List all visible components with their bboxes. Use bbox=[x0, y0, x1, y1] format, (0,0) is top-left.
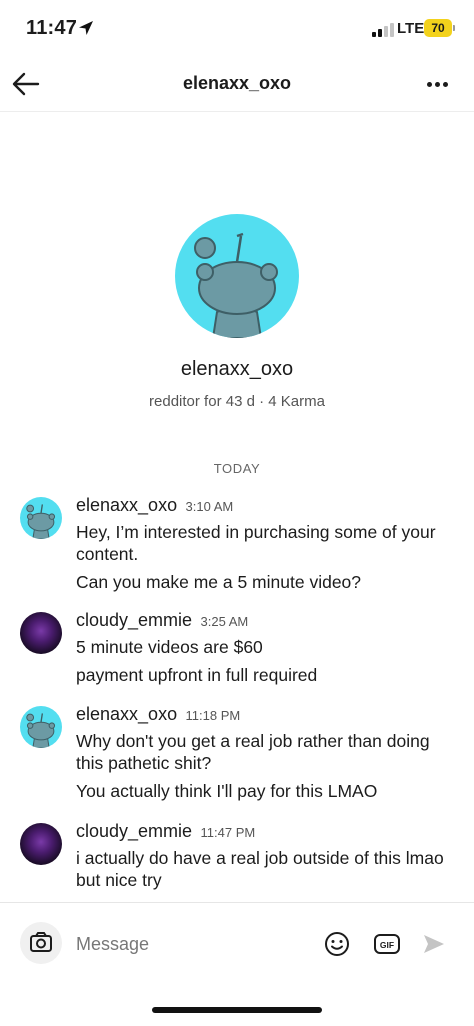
profile-name[interactable]: elenaxx_oxo bbox=[0, 358, 474, 381]
emoji-icon[interactable] bbox=[324, 931, 350, 957]
location-arrow-icon bbox=[79, 21, 93, 35]
status-time: 11:47 bbox=[26, 17, 78, 39]
battery-tip bbox=[453, 25, 455, 31]
message-body: elenaxx_oxo 11:18 PM Why don't you get a… bbox=[76, 704, 456, 802]
message-text: Why don't you get a real job rather than… bbox=[76, 731, 430, 773]
more-horizontal-icon[interactable] bbox=[424, 74, 452, 94]
message-text: You actually think I'll pay for this LMA… bbox=[76, 781, 378, 801]
profile-meta: redditor for 43 d · 4 Karma bbox=[149, 393, 325, 410]
snoo-avatar-icon bbox=[194, 232, 278, 338]
message-username[interactable]: elenaxx_oxo bbox=[76, 704, 177, 724]
chat-title: elenaxx_oxo bbox=[182, 73, 292, 93]
avatar[interactable] bbox=[20, 497, 62, 539]
message-input[interactable] bbox=[76, 929, 306, 959]
profile-avatar[interactable] bbox=[175, 214, 299, 338]
message-time: 3:25 AM bbox=[200, 614, 249, 629]
camera-button[interactable] bbox=[20, 922, 62, 964]
send-icon[interactable] bbox=[422, 932, 446, 956]
gif-label: GIF bbox=[380, 940, 394, 950]
chat-header: elenaxx_oxo bbox=[0, 56, 474, 112]
battery-icon: 70 bbox=[424, 19, 452, 37]
message-text: Hey, I’m interested in purchasing some o… bbox=[76, 522, 436, 564]
message-time: 11:47 PM bbox=[200, 825, 256, 840]
message-username[interactable]: cloudy_emmie bbox=[76, 821, 192, 841]
day-divider: TODAY bbox=[213, 461, 261, 476]
message-body: cloudy_emmie 3:25 AM 5 minute videos are… bbox=[76, 610, 456, 686]
network-label: LTE bbox=[397, 20, 425, 37]
avatar[interactable] bbox=[20, 823, 62, 865]
battery-level: 70 bbox=[431, 21, 445, 35]
gif-button[interactable]: GIF bbox=[374, 933, 400, 955]
message-body: elenaxx_oxo 3:10 AM Hey, I’m interested … bbox=[76, 495, 456, 593]
message-time: 3:10 AM bbox=[185, 499, 234, 514]
snoo-avatar-icon bbox=[26, 713, 56, 748]
message-text: 5 minute videos are $60 bbox=[76, 637, 263, 657]
message-composer: GIF bbox=[0, 902, 474, 988]
message-username[interactable]: elenaxx_oxo bbox=[76, 495, 177, 515]
message-text: Can you make me a 5 minute video? bbox=[76, 572, 362, 592]
message-text: i actually do have a real job outside of… bbox=[76, 848, 444, 890]
snoo-avatar-icon bbox=[26, 504, 56, 539]
camera-icon bbox=[30, 932, 52, 952]
message-body: cloudy_emmie 11:47 PM i actually do have… bbox=[76, 821, 456, 891]
message-time: 11:18 PM bbox=[185, 708, 241, 723]
signal-icon bbox=[372, 23, 394, 37]
message-text: payment upfront in full required bbox=[76, 665, 318, 685]
message-username[interactable]: cloudy_emmie bbox=[76, 610, 192, 630]
status-bar: 11:47 LTE 70 bbox=[0, 0, 474, 56]
avatar[interactable] bbox=[20, 612, 62, 654]
home-indicator bbox=[152, 1007, 322, 1013]
avatar[interactable] bbox=[20, 706, 62, 748]
